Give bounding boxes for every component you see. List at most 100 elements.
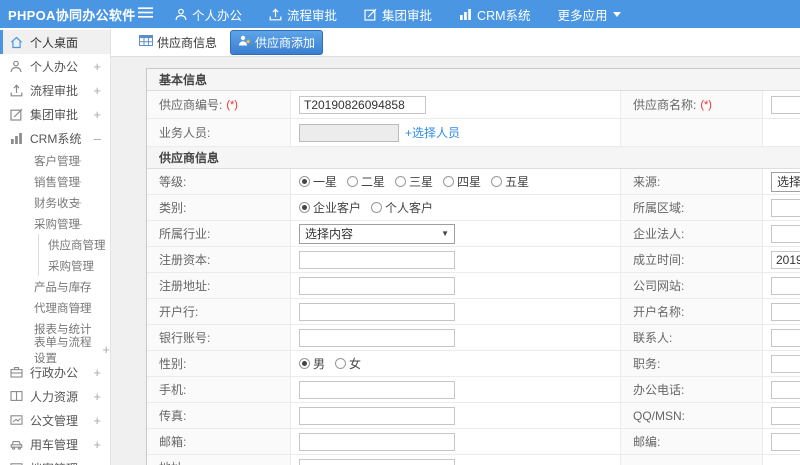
sidebar-item-crm-system[interactable]: CRM系统 – [0, 126, 110, 150]
sidebar-item-group-approval[interactable]: 集团审批 + [0, 102, 110, 126]
expand-plus-icon[interactable]: + [93, 59, 101, 74]
sidebar-item-product-inventory[interactable]: 产品与库存 + [0, 276, 110, 297]
expand-plus-icon[interactable]: + [93, 107, 101, 122]
sidebar-item-archive-mgmt[interactable]: 档案管理 + [0, 456, 110, 465]
level-radios-option[interactable]: 三星 [395, 173, 433, 190]
gender-radios-option[interactable]: 女 [335, 355, 361, 372]
sidebar-item-personal-office[interactable]: 个人办公 + [0, 54, 110, 78]
radio-unchecked-icon[interactable] [371, 202, 383, 213]
collapse-minus-icon[interactable]: – [75, 216, 82, 231]
topnav-workflow-approval[interactable]: 流程审批 [269, 5, 337, 24]
expand-plus-icon[interactable]: + [102, 342, 110, 357]
level-radios-option[interactable]: 二星 [347, 173, 385, 190]
staff-picker-input[interactable] [299, 123, 399, 142]
field-cell [763, 221, 800, 246]
sidebar-item-label: 用车管理 [30, 437, 79, 452]
expand-plus-icon[interactable]: + [93, 437, 101, 452]
office-phone-input[interactable] [771, 380, 800, 399]
supplier-code-input[interactable] [299, 95, 426, 114]
expand-plus-icon[interactable]: + [93, 461, 101, 465]
field-label: 邮编: [621, 429, 763, 454]
sidebar-item-customer-mgmt[interactable]: 客户管理 + [0, 150, 110, 171]
sidebar-item-agent-mgmt[interactable]: 代理商管理 + [0, 297, 110, 318]
level-radios-option[interactable]: 五星 [491, 173, 529, 190]
sidebar-item-sales-mgmt[interactable]: 销售管理 + [0, 171, 110, 192]
tab-supplier-info[interactable]: 供应商信息 [132, 31, 224, 54]
expand-plus-icon[interactable]: + [74, 300, 82, 315]
supplier-name-input[interactable] [771, 95, 800, 114]
sidebar-item-human-resources[interactable]: 人力资源 + [0, 384, 110, 408]
topnav-crm-system[interactable]: CRM系统 [459, 5, 531, 24]
expand-plus-icon[interactable]: + [93, 365, 101, 380]
region-input[interactable] [771, 198, 800, 217]
bank-branch-input[interactable] [299, 302, 455, 321]
radio-unchecked-icon[interactable] [335, 358, 347, 369]
sidebar-item-label: 个人桌面 [30, 35, 79, 50]
field-label-text: 公司网站: [633, 279, 685, 293]
radio-unchecked-icon[interactable] [491, 176, 503, 187]
address-input[interactable] [299, 458, 455, 465]
sidebar-item-purchase-mgmt[interactable]: 采购管理 – [0, 213, 110, 234]
expand-plus-icon[interactable]: + [93, 413, 101, 428]
field-label-text: 办公电话: [633, 383, 685, 397]
contact-input[interactable] [771, 328, 800, 347]
radio-checked-icon[interactable] [299, 202, 310, 213]
level-radios-option[interactable]: 四星 [443, 173, 481, 190]
topnav-more-apps[interactable]: 更多应用 [558, 5, 621, 24]
sidebar-item-purchasing-mgmt[interactable]: 采购管理 [38, 255, 110, 276]
level-radios-option[interactable]: 一星 [299, 173, 337, 190]
select-person-link[interactable]: +选择人员 [405, 124, 460, 141]
sidebar-item-label: 销售管理 [34, 176, 80, 189]
sidebar-item-personal-desktop[interactable]: 个人桌面 [0, 30, 110, 54]
email-input[interactable] [299, 432, 455, 451]
hamburger-icon [138, 7, 153, 21]
expand-plus-icon[interactable]: + [93, 83, 101, 98]
radio-checked-icon[interactable] [299, 358, 310, 369]
tab-label: 供应商信息 [157, 35, 218, 50]
form-row: 性别: 男女职务: [147, 351, 800, 377]
sidebar-item-finance-io[interactable]: 财务收支 + [0, 192, 110, 213]
expand-plus-icon[interactable]: + [74, 195, 82, 210]
founded-date-input[interactable] [771, 250, 800, 269]
topnav-label: 更多应用 [557, 8, 608, 23]
sidebar-item-document-mgmt[interactable]: 公文管理 + [0, 408, 110, 432]
expand-plus-icon[interactable]: + [93, 389, 101, 404]
source-select[interactable]: 选择内容 [771, 171, 800, 192]
sidebar-item-form-flow-settings[interactable]: 表单与流程设置 + [0, 337, 110, 365]
postcode-input[interactable] [771, 432, 800, 451]
sidebar-item-supplier-mgmt[interactable]: 供应商管理 [38, 234, 110, 255]
sidebar-item-workflow-approval[interactable]: 流程审批 + [0, 78, 110, 102]
sidebar-item-admin-office[interactable]: 行政办公 + [0, 360, 110, 384]
sidebar-item-vehicle-mgmt[interactable]: 用车管理 + [0, 432, 110, 456]
radio-label: 五星 [505, 175, 530, 189]
radio-unchecked-icon[interactable] [347, 176, 359, 187]
bank-account-input[interactable] [299, 328, 455, 347]
form-row: 等级: 一星 二星 三星 四星 五星 来源: 选择内容 [147, 169, 800, 195]
gender-radios-option[interactable]: 男 [299, 355, 325, 372]
fax-input[interactable] [299, 406, 455, 425]
website-input[interactable] [771, 276, 800, 295]
radio-checked-icon[interactable] [299, 176, 310, 187]
radio-unchecked-icon[interactable] [443, 176, 455, 187]
topnav-group-approval[interactable]: 集团审批 [364, 5, 432, 24]
qq-msn-input[interactable] [771, 406, 800, 425]
account-name-input[interactable] [771, 302, 800, 321]
industry-select[interactable]: 选择内容 ▼ [299, 223, 455, 244]
registered-capital-input[interactable] [299, 250, 455, 269]
registered-address-input[interactable] [299, 276, 455, 295]
category-radios-option[interactable]: 企业客户 [299, 199, 361, 216]
menu-toggle-icon[interactable] [138, 7, 153, 21]
tab-supplier-add[interactable]: 供应商添加 [230, 29, 324, 55]
field-label: 邮箱: [147, 429, 291, 454]
field-label: 类别: [147, 195, 291, 220]
expand-plus-icon[interactable]: + [74, 279, 82, 294]
legal-person-input[interactable] [771, 224, 800, 243]
mobile-input[interactable] [299, 380, 455, 399]
expand-plus-icon[interactable]: + [74, 174, 82, 189]
radio-unchecked-icon[interactable] [395, 176, 407, 187]
expand-plus-icon[interactable]: + [74, 153, 82, 168]
topnav-personal-office[interactable]: 个人办公 [175, 5, 242, 24]
collapse-minus-icon[interactable]: – [94, 131, 101, 146]
category-radios-option[interactable]: 个人客户 [371, 199, 433, 216]
position-input[interactable] [771, 354, 800, 373]
